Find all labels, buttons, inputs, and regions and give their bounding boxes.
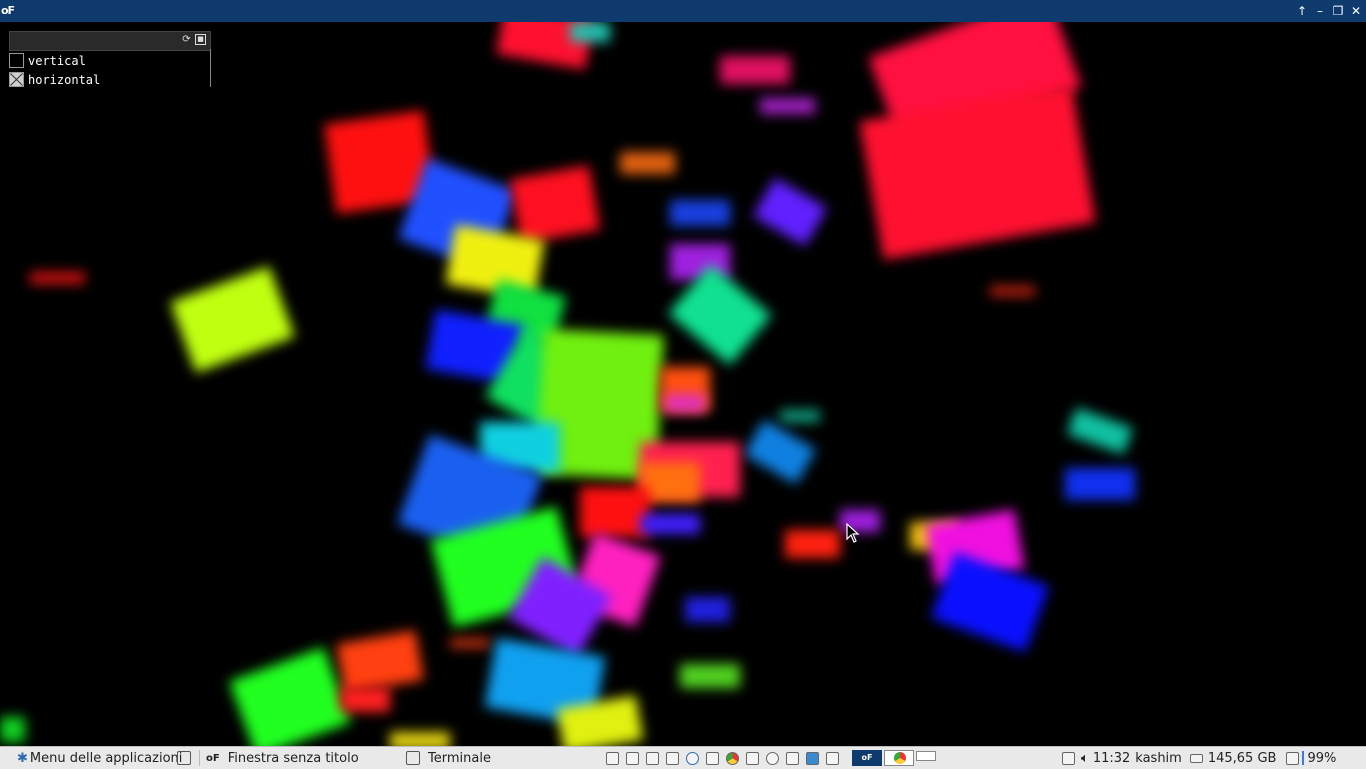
terminal-icon [406, 751, 420, 765]
quick-launch [606, 747, 846, 769]
up-arrow-icon[interactable]: ↑ [1296, 3, 1308, 19]
username[interactable]: kashim [1135, 751, 1182, 766]
shape [390, 732, 450, 746]
checkbox-vertical[interactable] [9, 53, 24, 68]
shape [1065, 468, 1135, 500]
launcher-icon[interactable] [666, 751, 679, 765]
shape [340, 687, 390, 712]
clock[interactable]: 11:32 [1093, 751, 1130, 766]
shape [720, 56, 790, 84]
disk-icon [1189, 753, 1203, 763]
menu-label: Menu delle applicazioni [29, 750, 183, 766]
task-label: Terminale [428, 750, 491, 766]
shape [990, 286, 1035, 296]
toggle-label: vertical [28, 53, 86, 68]
shape [336, 630, 424, 694]
launcher-icon[interactable] [626, 751, 639, 765]
workspace-2[interactable] [884, 750, 914, 766]
task-terminale[interactable]: Terminale [406, 747, 491, 769]
battery-bar [1302, 751, 1305, 765]
shape [0, 717, 25, 742]
close-icon[interactable]: ✕ [1350, 3, 1362, 19]
workspace-1[interactable]: oF [852, 750, 882, 766]
browser-icon[interactable] [726, 751, 739, 765]
refresh-icon[interactable]: ⟳ [181, 34, 192, 45]
separator [199, 750, 200, 766]
volume-icon[interactable]: 🔈︎ [1081, 751, 1089, 766]
battery-icon [1286, 751, 1300, 765]
shape [785, 530, 840, 558]
shape [229, 647, 351, 746]
shape [170, 266, 295, 373]
toggle-label: horizontal [28, 72, 101, 87]
menu-icon: ✱ [17, 750, 28, 766]
calculator-icon[interactable] [826, 751, 839, 765]
shape [931, 552, 1049, 652]
disk-free: 145,65 GB [1207, 750, 1277, 766]
shape [30, 272, 85, 284]
applications-menu-button[interactable]: ✱ Menu delle applicazioni [17, 747, 182, 769]
workspace-3[interactable] [916, 750, 936, 761]
shield-icon[interactable] [806, 751, 819, 765]
taskbar: ✱ Menu delle applicazioni oF Finestra se… [0, 746, 1366, 769]
shape [509, 165, 601, 244]
system-tray: 🔈︎ 11:32 kashim 145,65 GB 99% [1062, 747, 1336, 769]
search-icon[interactable] [686, 751, 699, 765]
app-logo-icon: oF [1, 4, 15, 17]
launcher-icon[interactable] [746, 751, 759, 765]
window-controls: ↑ – ❐ ✕ [1296, 3, 1362, 19]
task-label: Finestra senza titolo [227, 750, 359, 766]
minimize-icon[interactable]: – [1314, 3, 1326, 19]
shape [640, 514, 700, 534]
panel-border [210, 49, 211, 87]
shape [685, 597, 730, 622]
launcher-icon[interactable] [646, 751, 659, 765]
show-desktop-button[interactable] [177, 747, 195, 769]
workspace-switcher[interactable]: oF [852, 747, 936, 769]
maximize-icon[interactable]: ❐ [1332, 3, 1344, 19]
battery-level: 99% [1307, 750, 1337, 766]
shape [620, 152, 675, 174]
launcher-icon[interactable] [786, 751, 799, 765]
window-titlebar: oF ↑ – ❐ ✕ [0, 0, 1366, 23]
checkbox-horizontal[interactable] [9, 72, 24, 87]
shape [760, 98, 815, 114]
gui-header: ⟳ ■ [9, 31, 211, 51]
browser-icon [894, 752, 906, 764]
shape [665, 394, 705, 412]
save-icon[interactable]: ■ [195, 34, 206, 45]
gui-panel: ⟳ ■ vertical horizontal [9, 31, 211, 87]
shape [744, 419, 816, 485]
of-icon: oF [206, 752, 220, 764]
render-canvas[interactable] [0, 22, 1366, 746]
toggle-horizontal[interactable]: horizontal [9, 70, 211, 89]
shape [753, 177, 827, 247]
desktop-icon [177, 751, 191, 765]
settings-icon[interactable] [766, 751, 779, 765]
shape [570, 22, 610, 42]
shape [680, 664, 740, 688]
shape [450, 638, 490, 648]
launcher-icon[interactable] [606, 751, 619, 765]
chat-icon[interactable] [1062, 751, 1075, 765]
shape [670, 200, 730, 226]
task-finestra[interactable]: oF Finestra senza titolo [206, 747, 401, 769]
toggle-vertical[interactable]: vertical [9, 51, 211, 70]
shape [780, 410, 820, 422]
folder-icon[interactable] [706, 751, 719, 765]
shape [1067, 407, 1133, 455]
